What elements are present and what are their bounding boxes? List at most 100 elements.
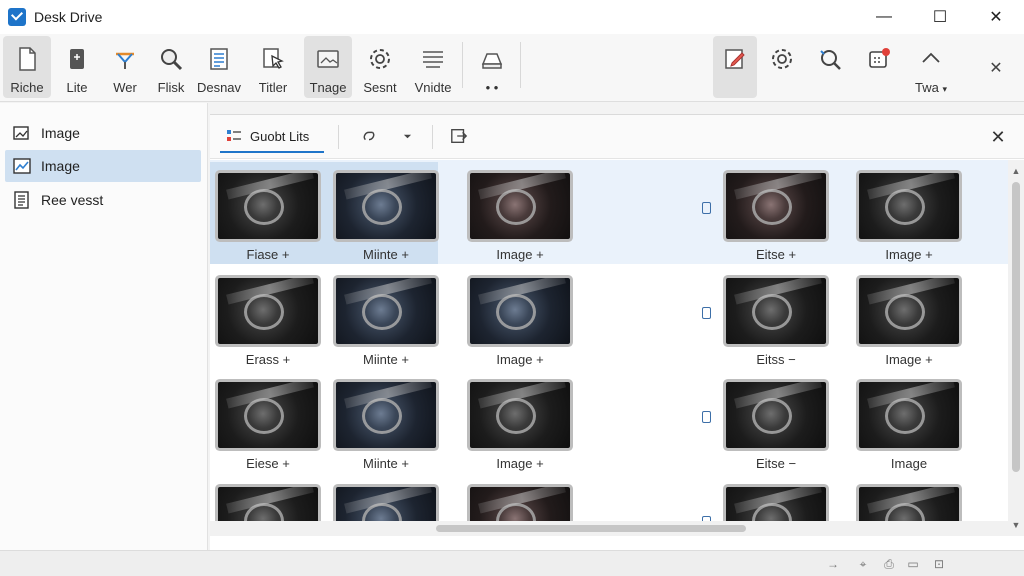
ribbon-button-desnav[interactable]: Desnav xyxy=(195,36,243,98)
search-refresh-button[interactable] xyxy=(808,36,852,98)
image-tile[interactable]: Image + xyxy=(470,173,570,262)
gear-icon xyxy=(370,49,390,69)
ribbon-button-flisk[interactable]: Flisk xyxy=(147,36,195,98)
drive-icon xyxy=(481,53,503,69)
image-thumbnail xyxy=(726,173,826,239)
image-tile[interactable]: Image + xyxy=(470,278,570,367)
ribbon-button-titler[interactable]: Titler xyxy=(249,36,297,98)
image-tile[interactable]: Eitss − xyxy=(726,278,826,367)
close-icon: ✕ xyxy=(989,60,1003,77)
page-icon xyxy=(19,47,36,71)
title-bar: Desk Drive — ☐ ✕ xyxy=(0,0,1024,34)
tab-guobt-lits[interactable]: Guobt Lits xyxy=(220,121,324,153)
horizontal-scrollbar[interactable] xyxy=(210,521,1008,536)
link-icon xyxy=(363,131,375,141)
content-panel: Guobt Lits ✕ Fiase + Miinte + Image + Ei… xyxy=(210,114,1024,550)
image-tile[interactable]: Miinte + xyxy=(336,382,436,471)
select-checkbox[interactable] xyxy=(702,411,711,423)
image-thumbnail xyxy=(218,278,318,344)
ribbon-toolbar: Riche Lite Wer Flisk Desnav Titler Tnage… xyxy=(0,34,1024,102)
ribbon-button-lite[interactable]: Lite xyxy=(53,36,101,98)
ribbon-button-riche[interactable]: Riche xyxy=(3,36,51,98)
chevron-down-icon: ▾ xyxy=(942,84,947,94)
view-icon[interactable]: ⊡ xyxy=(932,557,946,571)
maximize-button[interactable]: ☐ xyxy=(912,0,968,34)
toolbar-separator xyxy=(432,125,433,149)
sidebar-item-ree-vesst[interactable]: Ree vesst xyxy=(5,184,201,216)
image-folder-icon xyxy=(317,50,339,68)
image-tile[interactable]: Miinte + xyxy=(336,173,436,262)
sidebar-item-image[interactable]: Image xyxy=(5,117,201,149)
close-window-button[interactable]: ✕ xyxy=(968,0,1024,34)
select-checkbox[interactable] xyxy=(702,202,711,214)
edit-button[interactable] xyxy=(713,36,757,98)
gear-icon xyxy=(772,49,792,69)
ribbon-button-wer[interactable]: Wer xyxy=(101,36,149,98)
ribbon-separator xyxy=(462,42,463,88)
calendar-alert-button[interactable] xyxy=(857,36,901,98)
calendar-alert-icon xyxy=(869,48,890,68)
minimize-button[interactable]: — xyxy=(856,0,912,34)
sidebar-item-image-selected[interactable]: Image xyxy=(5,150,201,182)
ribbon-close-button[interactable]: ✕ xyxy=(974,36,1018,98)
arrow-right-icon[interactable]: → xyxy=(826,557,840,571)
image-thumbnail xyxy=(336,382,436,448)
image-thumbnail xyxy=(218,173,318,239)
chevron-up-icon xyxy=(922,52,940,63)
horizontal-scroll-thumb[interactable] xyxy=(436,525,746,532)
image-tile[interactable]: Image + xyxy=(470,382,570,471)
status-bar: → ⌖ ⎙ ▭ ⊡ xyxy=(0,550,1024,576)
magnifier-icon xyxy=(161,49,183,71)
pencil-edit-icon xyxy=(725,49,745,69)
image-tile[interactable]: Miinte + xyxy=(336,278,436,367)
vertical-scrollbar[interactable]: ▲ ▼ xyxy=(1008,160,1024,536)
image-tile[interactable]: Image + xyxy=(859,173,959,262)
ribbon-button-drive[interactable]: • • xyxy=(468,36,516,98)
image-tile[interactable]: Erass + xyxy=(218,278,318,367)
image-tile[interactable]: Image xyxy=(859,382,959,471)
image-thumbnail xyxy=(218,382,318,448)
print-icon[interactable]: ⎙ xyxy=(882,557,896,571)
panel-close-button[interactable]: ✕ xyxy=(986,125,1010,149)
image-thumbnail xyxy=(859,173,959,239)
collapse-ribbon-button[interactable]: Twa ▾ xyxy=(906,36,956,98)
image-thumbnail xyxy=(859,382,959,448)
image-thumbnail xyxy=(470,173,570,239)
scroll-up-arrow-icon[interactable]: ▲ xyxy=(1011,166,1021,176)
tablet-icon xyxy=(70,49,84,69)
image-thumbnail xyxy=(726,278,826,344)
vertical-scroll-thumb[interactable] xyxy=(1012,182,1020,472)
image-thumbnail xyxy=(470,382,570,448)
ribbon-button-sesnt[interactable]: Sesnt xyxy=(356,36,404,98)
ribbon-separator xyxy=(520,42,521,88)
pin-icon[interactable]: ⌖ xyxy=(856,557,870,571)
thumbnail-grid: Fiase + Miinte + Image + Eitse + Image +… xyxy=(210,160,1008,536)
image-thumbnail xyxy=(859,278,959,344)
image-edit-icon xyxy=(13,126,29,140)
export-button[interactable] xyxy=(448,125,470,147)
image-thumbnail xyxy=(336,173,436,239)
scroll-down-arrow-icon[interactable]: ▼ xyxy=(1011,520,1021,530)
ribbon-button-vnidte[interactable]: Vnidte xyxy=(409,36,457,98)
image-tile[interactable]: Eiese + xyxy=(218,382,318,471)
panel-toolbar: Guobt Lits ✕ xyxy=(210,115,1024,159)
list-doc-icon xyxy=(210,48,228,70)
image-tile[interactable]: Image + xyxy=(859,278,959,367)
box-icon[interactable]: ▭ xyxy=(906,557,920,571)
window-controls: — ☐ ✕ xyxy=(856,0,1024,34)
image-tile[interactable]: Eitse − xyxy=(726,382,826,471)
chevron-down-icon xyxy=(403,134,411,138)
image-tile[interactable]: Fiase + xyxy=(218,173,318,262)
chart-image-icon xyxy=(13,158,31,174)
link-dropdown-button[interactable] xyxy=(396,125,418,147)
image-thumbnail xyxy=(726,382,826,448)
lines-icon xyxy=(423,51,443,68)
list-color-icon xyxy=(227,130,241,141)
settings-button[interactable] xyxy=(760,36,804,98)
image-tile[interactable]: Eitse + xyxy=(726,173,826,262)
select-checkbox[interactable] xyxy=(702,307,711,319)
ribbon-button-tnage[interactable]: Tnage xyxy=(304,36,352,98)
search-refresh-icon xyxy=(820,50,841,70)
cursor-doc-icon xyxy=(263,48,284,69)
link-button[interactable] xyxy=(358,125,380,147)
